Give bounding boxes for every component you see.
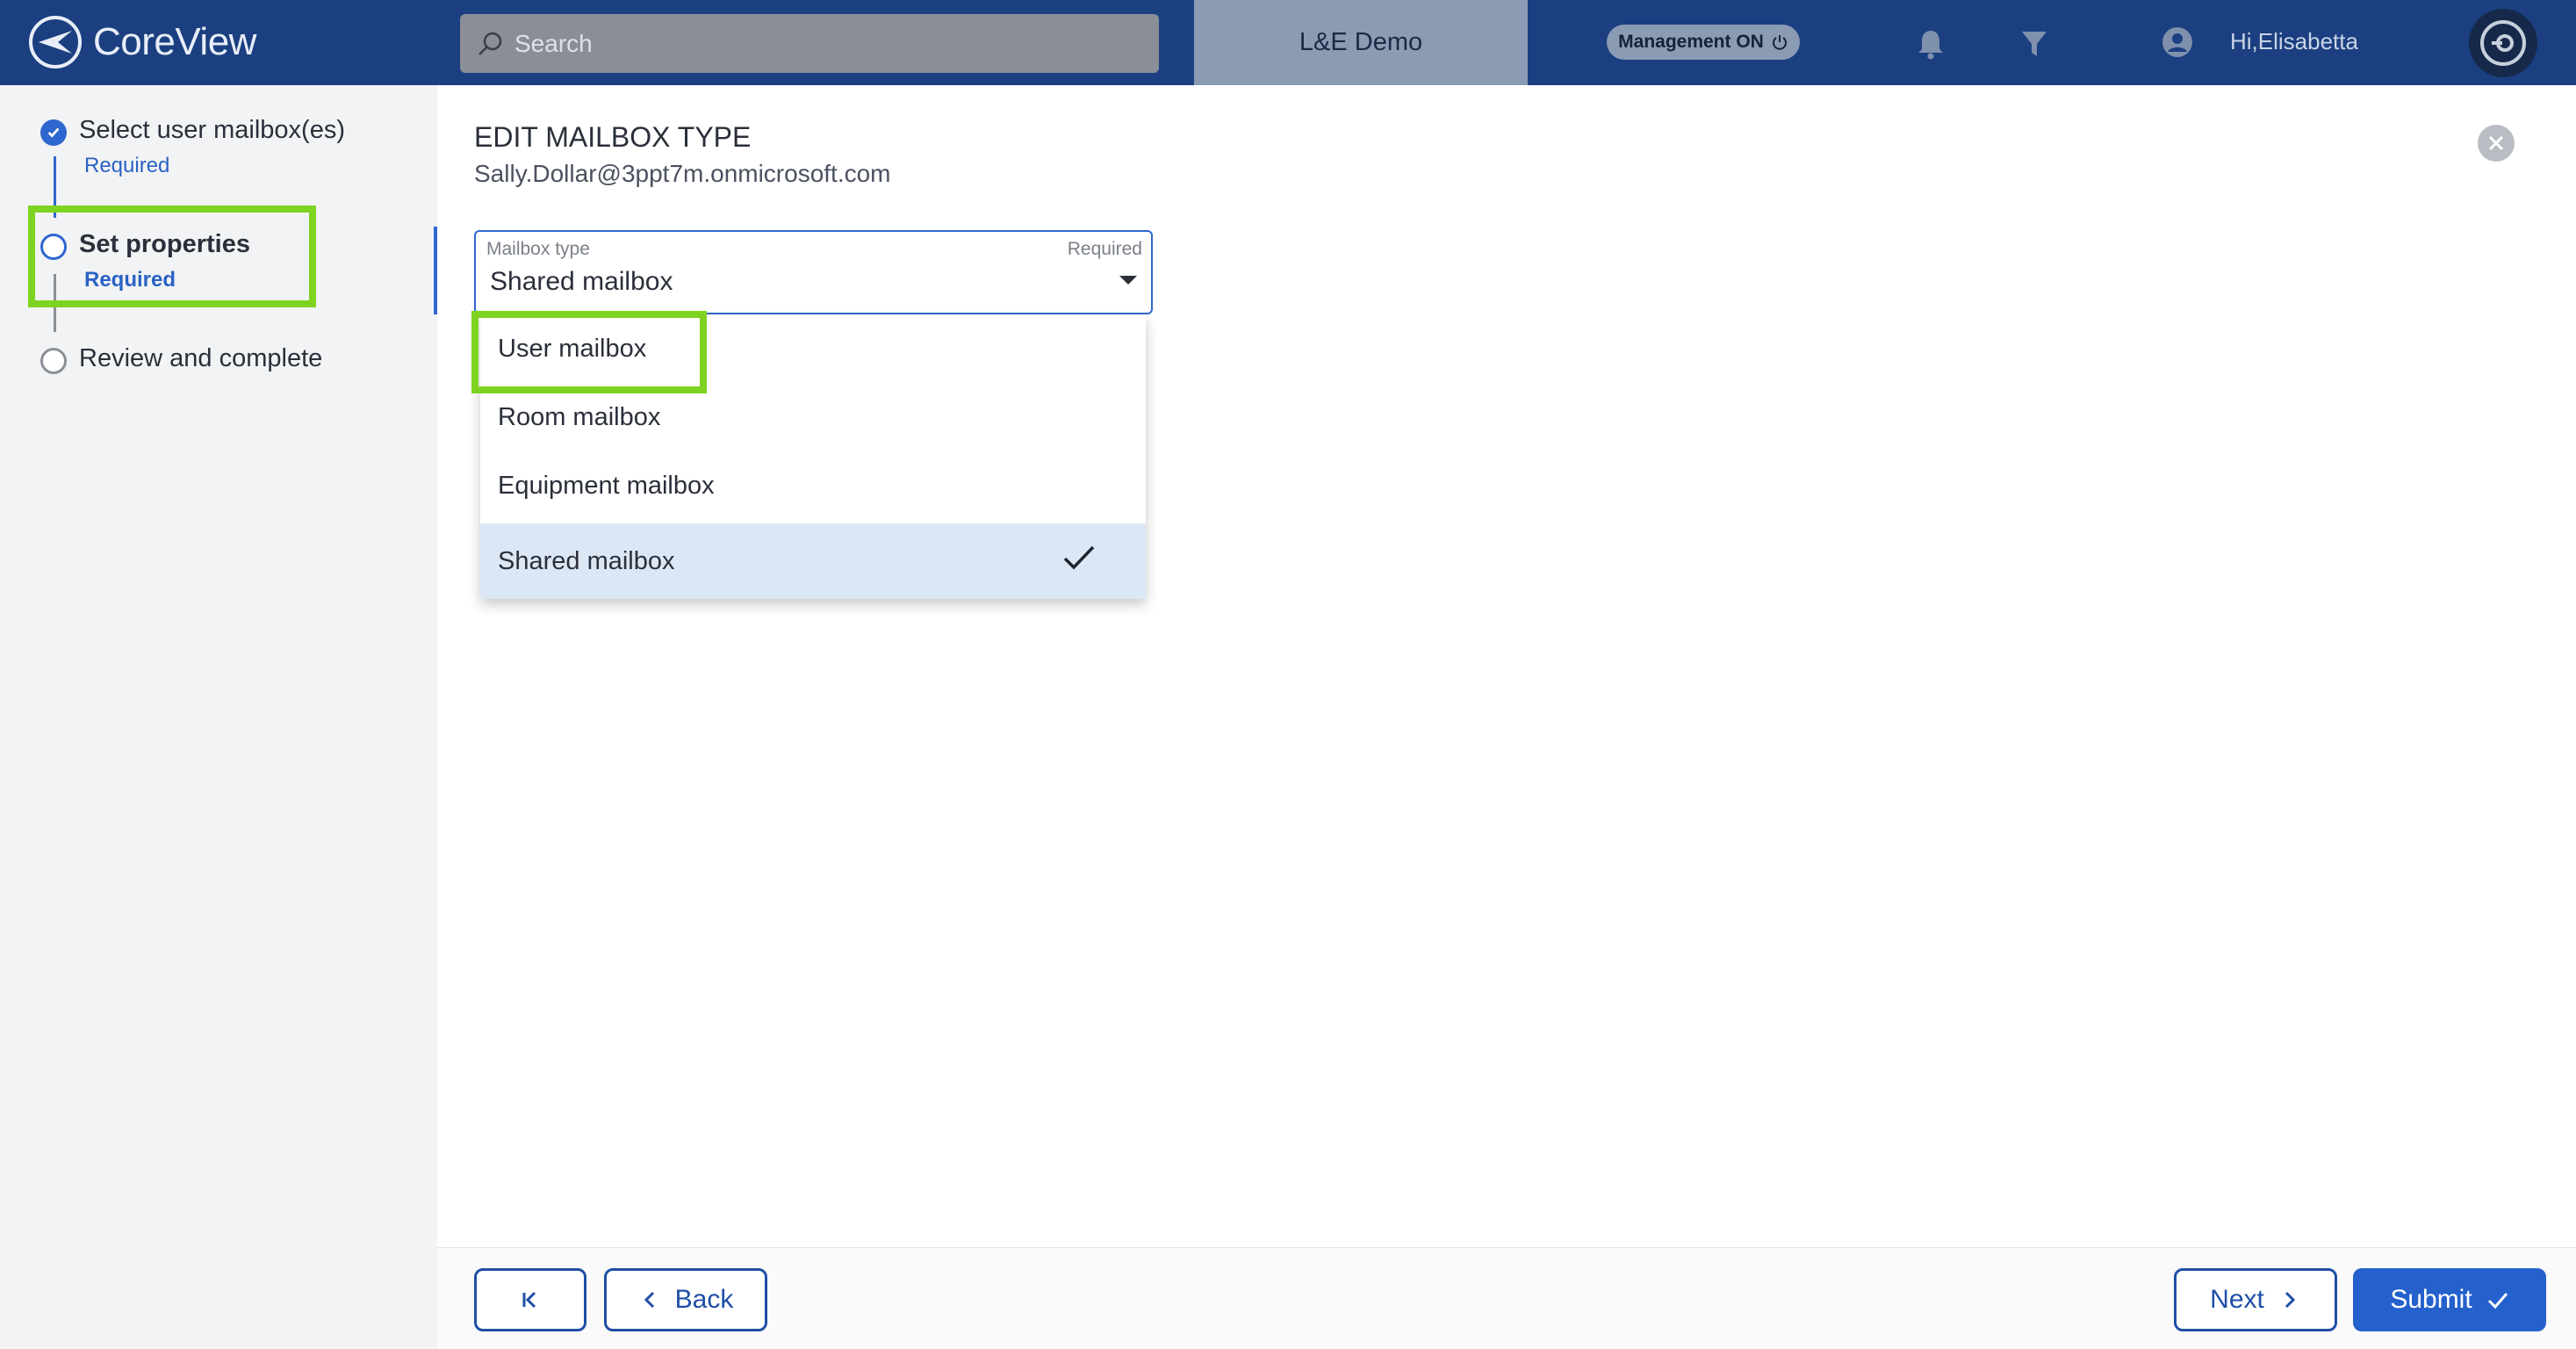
submit-button[interactable]: Submit [2353, 1268, 2546, 1331]
back-button[interactable]: Back [604, 1268, 767, 1331]
chevron-left-icon [644, 1291, 654, 1309]
step-pending-icon [40, 348, 67, 374]
highlight-user-mailbox [471, 311, 707, 393]
next-button-label: Next [2210, 1285, 2264, 1314]
select-label: Mailbox type [486, 239, 590, 259]
option-label: Shared mailbox [498, 546, 675, 575]
mailbox-type-select[interactable]: Mailbox type Required Shared mailbox [474, 230, 1153, 314]
next-button[interactable]: Next [2174, 1268, 2337, 1331]
avatar-logo-icon [2480, 20, 2526, 66]
search-placeholder: Search [514, 29, 593, 57]
user-greeting[interactable]: Hi,Elisabetta [2230, 28, 2358, 55]
step-review-and-complete[interactable]: Review and complete [40, 344, 322, 374]
coreview-logo-icon [29, 16, 82, 69]
step-title: Select user mailbox(es) [79, 116, 345, 144]
chevron-right-icon [2285, 1291, 2295, 1309]
option-shared-mailbox[interactable]: Shared mailbox [480, 523, 1146, 599]
user-icon[interactable] [2162, 26, 2193, 58]
active-step-marker [434, 227, 437, 314]
power-icon [1772, 35, 1787, 50]
mailbox-address: Sally.Dollar@3ppt7m.onmicrosoft.com [474, 160, 891, 187]
step-required-label: Required [84, 154, 170, 177]
option-equipment-mailbox[interactable]: Equipment mailbox [480, 451, 1146, 520]
page-title: EDIT MAILBOX TYPE [474, 121, 752, 153]
top-bar: CoreView Search L&E Demo Management ON H… [0, 0, 2576, 85]
search-input[interactable]: Search [460, 14, 1159, 73]
check-icon [2487, 1293, 2508, 1309]
filter-icon[interactable] [2019, 28, 2049, 60]
tenant-selector[interactable]: L&E Demo [1194, 0, 1528, 85]
highlight-set-properties [28, 206, 316, 307]
management-toggle[interactable]: Management ON [1607, 25, 1800, 60]
step-title: Review and complete [79, 344, 323, 372]
avatar[interactable] [2469, 9, 2537, 77]
logo-text: CoreView [93, 20, 256, 63]
submit-button-label: Submit [2390, 1285, 2472, 1314]
chevron-down-icon [1119, 276, 1137, 285]
close-icon [2488, 135, 2504, 151]
management-toggle-label: Management ON [1618, 32, 1764, 52]
coreview-logo[interactable]: CoreView [26, 14, 256, 70]
chevron-first-icon [522, 1291, 536, 1309]
first-step-button[interactable] [474, 1268, 586, 1331]
back-button-label: Back [674, 1285, 734, 1314]
step-select-user-mailboxes[interactable]: Select user mailbox(es) Required [40, 116, 345, 178]
step-done-icon [40, 119, 67, 146]
search-icon [479, 32, 502, 55]
check-icon [1063, 545, 1095, 570]
close-button[interactable] [2478, 125, 2515, 162]
select-required-label: Required [1067, 239, 1142, 259]
select-value: Shared mailbox [490, 267, 673, 296]
bell-icon[interactable] [1916, 28, 1946, 60]
